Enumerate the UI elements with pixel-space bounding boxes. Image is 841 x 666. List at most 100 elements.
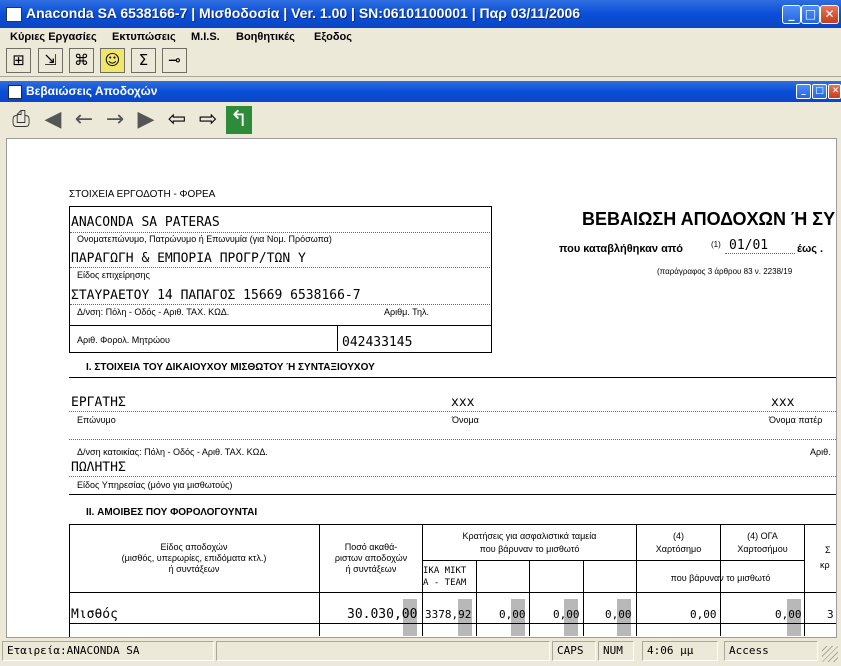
divider	[69, 623, 836, 624]
last-page-button[interactable]: ▶	[133, 106, 159, 134]
paid-from-label: που καταβλήθηκαν από	[559, 243, 684, 255]
network-icon: ⌘	[74, 51, 89, 69]
back-button[interactable]: ⇦	[164, 106, 190, 134]
status-time-panel: 4:06 μμ	[642, 641, 718, 661]
section-taxed-income-header: II. ΑΜΟΙΒΕΣ ΠΟΥ ΦΟΡΟΛΟΓΟΥΝΤΑΙ	[86, 507, 258, 518]
ika-header-line1: ΙΚΑ ΜΙΚΤ	[423, 566, 467, 576]
menu-prints[interactable]: Εκτυπώσεις	[112, 28, 176, 46]
service-type: ΠΩΛΗΤΗΣ	[71, 460, 126, 475]
divider	[69, 592, 836, 593]
first-page-icon: ◀	[44, 107, 62, 132]
employee-firstname: xxx	[451, 395, 475, 410]
org-chart-button[interactable]: ⊞	[6, 48, 31, 73]
divider	[69, 476, 836, 477]
back-arrow-icon: ⇦	[167, 107, 187, 132]
kr-header: κρ	[820, 560, 830, 570]
prev-page-icon: ←	[74, 107, 94, 132]
org-chart-icon: ⊞	[12, 51, 25, 69]
income-row-deduction-3: 0,00	[553, 608, 580, 621]
ika-header-line2: Α - TEAM	[423, 578, 467, 588]
status-bar: Εταιρεία:ANACONDA SA CAPS NUM 4:06 μμ Ac…	[0, 638, 841, 666]
divider	[725, 253, 795, 254]
status-num: NUM	[603, 644, 623, 657]
surname-label: Επώνυμο	[77, 415, 116, 425]
income-row-deduction-4: 0,00	[605, 608, 632, 621]
status-empty-panel	[216, 641, 550, 661]
employee-father-name: xxx	[771, 395, 795, 410]
smiley-button[interactable]: ☺	[100, 48, 125, 73]
employee-address-label: Δ/νση κατοικίας: Πόλη - Οδός - Αριθ. ΤΑΧ…	[77, 447, 268, 457]
maximize-button[interactable]: □	[801, 5, 820, 24]
first-page-button[interactable]: ◀	[40, 106, 66, 134]
export-button[interactable]: ⇲	[38, 48, 63, 73]
gross-amount-header: Ποσό ακαθά- ριστων αποδοχών ή συντάξεων	[334, 542, 408, 574]
child-window-icon	[8, 85, 22, 99]
key-icon: ⊸	[168, 51, 181, 69]
divider	[804, 524, 805, 636]
app-title: Anaconda SA 6538166-7 | Μισθοδοσία | Ver…	[26, 5, 581, 21]
print-button[interactable]: ⎙	[8, 106, 34, 134]
employee-surname: ΕΡΓΑΤΗΣ	[71, 395, 126, 410]
resize-grip[interactable]	[822, 646, 838, 662]
divider	[70, 232, 490, 233]
income-row-label: Μισθός	[71, 607, 118, 622]
maximize-icon: □	[804, 7, 817, 21]
firstname-label: Όνομα	[452, 415, 479, 425]
minimize-icon: _	[788, 7, 795, 21]
child-close-button[interactable]: ✕	[828, 84, 841, 99]
sigma-button[interactable]: Σ	[131, 48, 156, 73]
close-button[interactable]: ✕	[820, 5, 839, 24]
status-company-panel: Εταιρεία:ANACONDA SA	[2, 641, 214, 661]
menu-utilities[interactable]: Βοηθητικές	[236, 28, 295, 46]
status-app-panel: Access	[724, 641, 818, 661]
key-button[interactable]: ⊸	[162, 48, 187, 73]
smiley-icon: ☺	[104, 51, 121, 69]
divider	[337, 325, 338, 351]
divider	[422, 560, 804, 561]
business-type: ΠΑΡΑΓΩΓΗ & ΕΜΠΟΡΙΑ ΠΡΟΓΡ/ΤΩΝ Υ	[71, 251, 306, 266]
maximize-icon: □	[815, 86, 824, 96]
app-title-bar: Anaconda SA 6538166-7 | Μισθοδοσία | Ver…	[0, 0, 841, 28]
status-app: Access	[729, 644, 769, 657]
income-row-ika: 3378,92	[425, 608, 472, 621]
child-minimize-button[interactable]: _	[796, 84, 811, 99]
divider	[69, 439, 836, 440]
income-row-total: 3	[827, 608, 834, 621]
status-company: Εταιρεία:ANACONDA SA	[7, 644, 140, 657]
income-row-gross: 30.030,00	[347, 607, 418, 622]
exit-button[interactable]: ↰	[226, 106, 252, 134]
prev-page-button[interactable]: ←	[71, 106, 97, 134]
sigma-icon: Σ	[138, 51, 149, 69]
divider	[476, 560, 477, 636]
employer-name: ANACONDA SA PATERAS	[71, 215, 220, 230]
print-icon: ⎙	[12, 107, 30, 132]
report-preview[interactable]: ΣΤΟΙΧΕΙΑ ΕΡΓΟΔΟΤΗ - ΦΟΡΕΑ ANACONDA SA PA…	[6, 138, 837, 638]
income-row-stamp: 0,00	[690, 608, 717, 621]
burdened-employee-header: που βάρυναν το μισθωτό	[670, 573, 771, 583]
child-maximize-button[interactable]: □	[812, 84, 827, 99]
next-page-button[interactable]: →	[102, 106, 128, 134]
status-num-panel: NUM	[598, 641, 634, 661]
oga-stamp-header: (4) ΟΓΑ Χαρτοσήμου	[737, 531, 788, 554]
menu-mis[interactable]: M.I.S.	[191, 28, 220, 46]
menu-bar: Κύριες Εργασίες Εκτυπώσεις M.I.S. Βοηθητ…	[0, 28, 841, 46]
menu-exit[interactable]: Εξοδος	[314, 28, 352, 46]
divider	[70, 304, 490, 305]
main-toolbar: ⊞ ⇲ ⌘ ☺ Σ ⊸	[0, 46, 841, 77]
minimize-button[interactable]: _	[782, 5, 801, 24]
until-label: έως .	[797, 243, 824, 255]
superscript-note: (1)	[711, 240, 721, 249]
app-icon	[6, 7, 22, 22]
status-time: 4:06 μμ	[647, 644, 694, 657]
network-button[interactable]: ⌘	[69, 48, 94, 73]
from-date: 01/01	[729, 238, 769, 253]
status-caps-panel: CAPS	[552, 641, 596, 661]
report-navigation-bar: ⎙ ◀ ← → ▶ ⇦ ⇨ ↰	[0, 102, 841, 138]
certificate-title: ΒΕΒΑΙΩΣΗ ΑΠΟΔΟΧΩΝ Ή ΣΥ	[582, 209, 836, 229]
last-page-icon: ▶	[137, 107, 155, 132]
father-name-label: Όνομα πατέρ	[769, 415, 823, 425]
forward-button[interactable]: ⇨	[195, 106, 221, 134]
divider	[70, 325, 491, 326]
menu-main-tasks[interactable]: Κύριες Εργασίες	[10, 28, 97, 46]
income-kind-header: Είδος αποδοχών (μισθός, υπερωρίες, επιδό…	[121, 542, 267, 574]
